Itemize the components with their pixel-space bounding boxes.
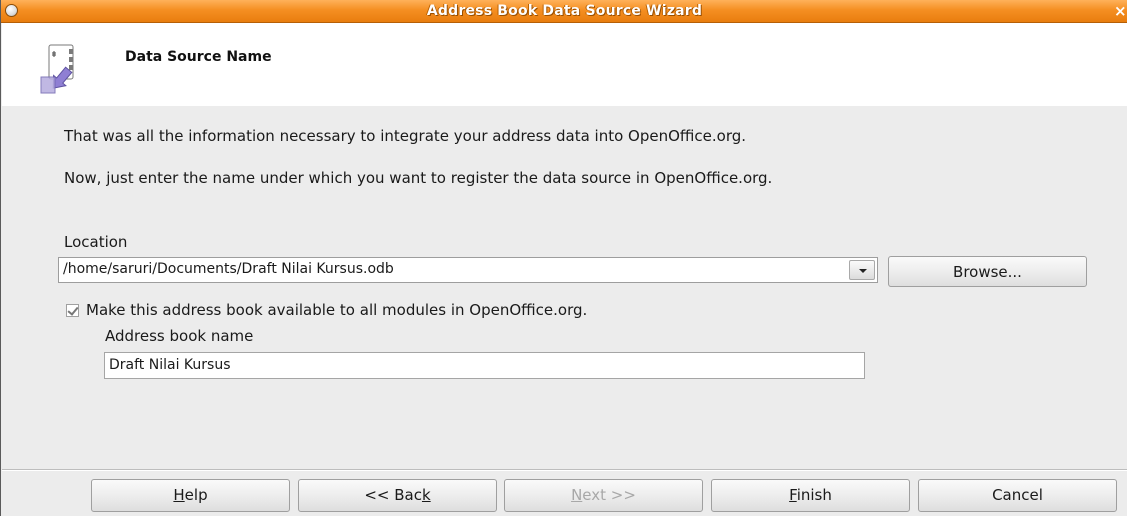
info-text-2: Now, just enter the name under which you… — [64, 169, 773, 187]
location-value[interactable]: /home/saruri/Documents/Draft Nilai Kursu… — [63, 261, 394, 277]
wizard-header: Data Source Name — [2, 23, 1127, 106]
title-bar[interactable]: Address Book Data Source Wizard × — [1, 0, 1127, 23]
chevron-down-icon — [859, 269, 867, 273]
help-label-rest: elp — [184, 486, 208, 504]
button-area-divider-highlight — [2, 470, 1127, 471]
next-label-rest: ext >> — [582, 486, 636, 504]
address-book-name-value[interactable]: Draft Nilai Kursus — [109, 357, 230, 373]
next-button[interactable]: Next >> — [504, 479, 703, 512]
location-combobox[interactable]: /home/saruri/Documents/Draft Nilai Kursu… — [58, 257, 878, 283]
info-text-1: That was all the information necessary t… — [64, 127, 747, 145]
help-button[interactable]: Help — [91, 479, 290, 512]
wizard-dialog: Address Book Data Source Wizard × Data S… — [0, 0, 1127, 516]
window-title: Address Book Data Source Wizard — [426, 3, 703, 19]
checkmark-icon — [67, 304, 79, 316]
close-icon[interactable]: × — [1114, 1, 1127, 21]
browse-button[interactable]: Browse... — [888, 256, 1087, 287]
availability-checkbox[interactable] — [66, 304, 79, 317]
cancel-label: Cancel — [992, 486, 1043, 504]
address-book-import-icon — [40, 44, 74, 94]
location-label: Location — [64, 233, 128, 251]
page-title: Data Source Name — [125, 49, 272, 65]
availability-label[interactable]: Make this address book available to all … — [86, 301, 587, 319]
next-mnemonic: N — [571, 486, 583, 504]
finish-button[interactable]: Finish — [711, 479, 910, 512]
back-button[interactable]: << Back — [298, 479, 497, 512]
finish-mnemonic: F — [789, 486, 797, 504]
address-book-name-field[interactable]: Draft Nilai Kursus — [104, 352, 865, 379]
help-mnemonic: H — [173, 486, 185, 504]
location-dropdown-button[interactable] — [849, 260, 875, 280]
finish-label-rest: inish — [796, 486, 832, 504]
cancel-button[interactable]: Cancel — [918, 479, 1117, 512]
back-mnemonic: k — [421, 486, 431, 504]
back-label-prefix: << Bac — [364, 486, 422, 504]
address-book-name-label: Address book name — [105, 327, 254, 345]
